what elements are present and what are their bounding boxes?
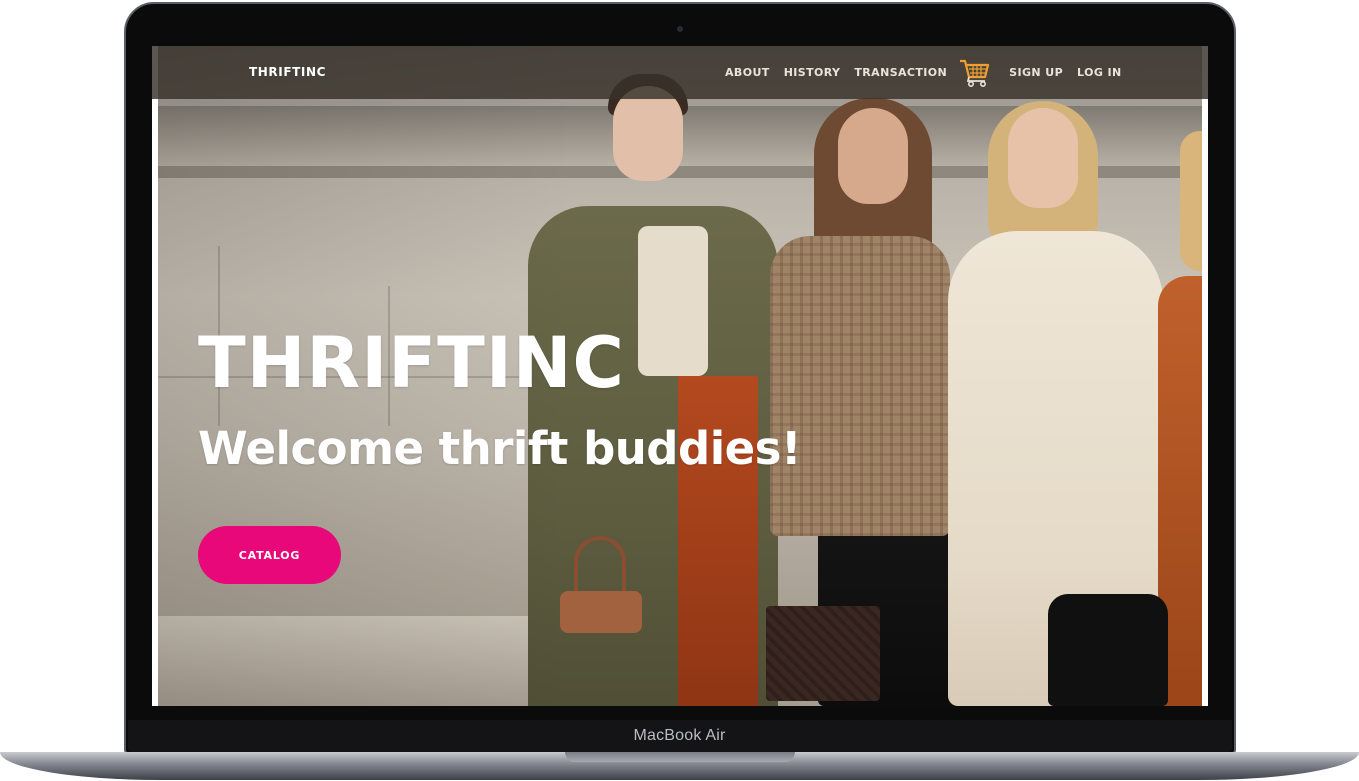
nav-link-history[interactable]: HISTORY bbox=[784, 66, 841, 79]
hero-subtitle: Welcome thrift buddies! bbox=[198, 422, 802, 475]
device-label: MacBook Air bbox=[633, 727, 726, 744]
browser-screen: THRIFTINC ABOUT HISTORY TRANSACTION SIGN… bbox=[152, 46, 1208, 706]
camera-icon bbox=[677, 26, 683, 32]
hero-title: THRIFTINC bbox=[198, 322, 625, 404]
catalog-button[interactable]: CATALOG bbox=[198, 526, 341, 584]
brand-logo[interactable]: THRIFTINC bbox=[249, 65, 326, 79]
shopping-cart-icon[interactable] bbox=[957, 55, 991, 89]
nav-link-signup[interactable]: SIGN UP bbox=[1009, 66, 1063, 79]
nav-link-transaction[interactable]: TRANSACTION bbox=[854, 66, 947, 79]
top-navbar: THRIFTINC ABOUT HISTORY TRANSACTION SIGN… bbox=[152, 46, 1208, 99]
nav-link-login[interactable]: LOG IN bbox=[1077, 66, 1122, 79]
nav-links: ABOUT HISTORY TRANSACTION SIGN UP LOG IN bbox=[725, 54, 1136, 90]
laptop-notch bbox=[565, 752, 795, 762]
nav-link-about[interactable]: ABOUT bbox=[725, 66, 770, 79]
